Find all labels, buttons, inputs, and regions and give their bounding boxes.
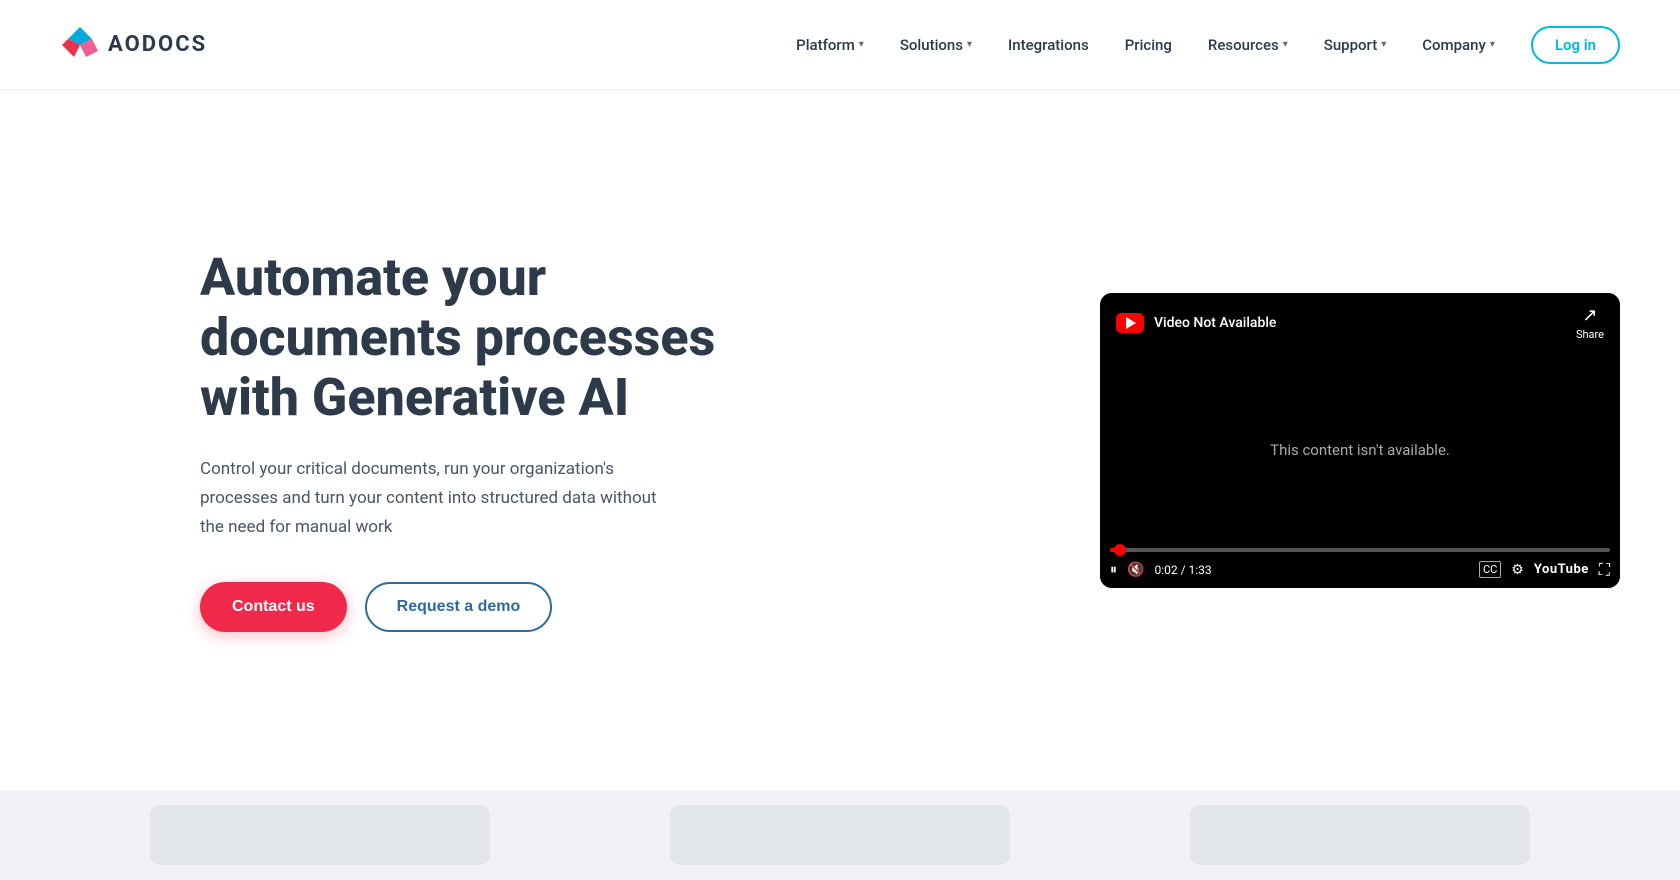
video-progress-dot: [1114, 544, 1126, 556]
youtube-logo-text: YouTube: [1534, 562, 1589, 577]
nav-item-integrations[interactable]: Integrations: [1008, 36, 1089, 54]
contact-us-button[interactable]: Contact us: [200, 582, 347, 632]
nav-item-solutions[interactable]: Solutions ▾: [900, 36, 972, 54]
youtube-play-triangle: [1126, 317, 1136, 329]
nav-item-resources[interactable]: Resources ▾: [1208, 36, 1288, 54]
youtube-icon: [1116, 313, 1144, 333]
video-unavailable-message: This content isn't available.: [1270, 441, 1450, 459]
teaser-pill-2: [670, 805, 1010, 865]
video-bottom-bar: ⏸ 🔇 0:02 / 1:33 CC ⚙ YouTube ⛶: [1100, 548, 1620, 588]
share-icon: ↗: [1582, 305, 1597, 326]
hero-title: Automate your documents processes with G…: [200, 248, 720, 427]
nav-item-company[interactable]: Company ▾: [1422, 36, 1495, 54]
hero-content: Automate your documents processes with G…: [200, 248, 720, 632]
video-controls: ⏸ 🔇 0:02 / 1:33 CC ⚙ YouTube ⛶: [1110, 560, 1610, 580]
logo-text: AODOCS: [108, 32, 207, 57]
teaser-pill-1: [150, 805, 490, 865]
mute-button[interactable]: 🔇: [1127, 562, 1144, 578]
video-progress-bar[interactable]: [1110, 548, 1610, 552]
hero-video: Video Not Available ↗ Share This content…: [1100, 293, 1620, 588]
video-content-area: This content isn't available.: [1100, 353, 1620, 548]
hero-buttons: Contact us Request a demo: [200, 582, 720, 632]
teaser-pill-3: [1190, 805, 1530, 865]
logo[interactable]: AODOCS: [60, 25, 207, 65]
nav-item-login[interactable]: Log in: [1531, 26, 1620, 64]
pause-button[interactable]: ⏸: [1110, 562, 1117, 578]
settings-icon[interactable]: ⚙: [1511, 562, 1524, 578]
chevron-down-icon: ▾: [1283, 39, 1288, 50]
chevron-down-icon: ▾: [1490, 39, 1495, 50]
share-label: Share: [1576, 328, 1604, 341]
hero-description: Control your critical documents, run you…: [200, 455, 660, 542]
chevron-down-icon: ▾: [1381, 39, 1386, 50]
chevron-down-icon: ▾: [967, 39, 972, 50]
nav-item-platform[interactable]: Platform ▾: [796, 36, 864, 54]
nav-menu: Platform ▾ Solutions ▾ Integrations Pric…: [796, 26, 1620, 64]
video-time-display: 0:02 / 1:33: [1154, 563, 1211, 577]
nav-item-support[interactable]: Support ▾: [1324, 36, 1387, 54]
video-not-available-label: Video Not Available: [1154, 315, 1276, 331]
navbar: AODOCS Platform ▾ Solutions ▾ Integratio…: [0, 0, 1680, 90]
logo-icon: [60, 25, 100, 65]
cc-button[interactable]: CC: [1479, 561, 1501, 578]
video-share-button[interactable]: ↗ Share: [1576, 305, 1604, 341]
fullscreen-button[interactable]: ⛶: [1599, 560, 1610, 580]
bottom-teaser: [0, 790, 1680, 880]
video-player[interactable]: Video Not Available ↗ Share This content…: [1100, 293, 1620, 588]
hero-section: Automate your documents processes with G…: [0, 90, 1680, 790]
nav-item-pricing[interactable]: Pricing: [1125, 36, 1172, 54]
request-demo-button[interactable]: Request a demo: [365, 582, 553, 632]
chevron-down-icon: ▾: [859, 39, 864, 50]
video-top-bar: Video Not Available ↗ Share: [1100, 293, 1620, 353]
